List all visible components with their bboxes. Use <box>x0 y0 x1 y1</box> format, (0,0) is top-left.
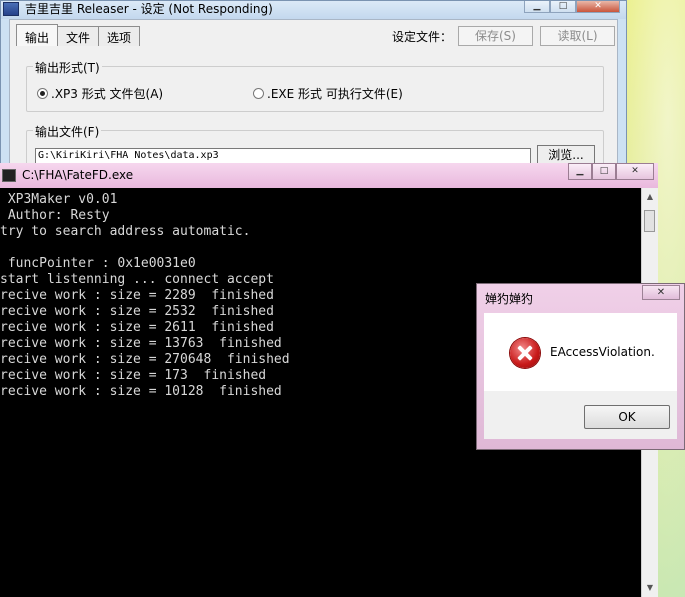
console-line: XP3Maker v0.01 <box>0 192 118 207</box>
console-icon <box>2 169 16 182</box>
tab-output[interactable]: 输出 <box>16 24 59 46</box>
save-button[interactable]: 保存(S) <box>458 26 533 46</box>
console-line: recive work : size = 2611 finished <box>0 320 274 335</box>
console-titlebar[interactable]: C:\FHA\FateFD.exe ▁ □ ✕ <box>0 163 658 188</box>
scroll-up-icon[interactable]: ▲ <box>644 190 656 204</box>
console-line: recive work : size = 10128 finished <box>0 384 282 399</box>
console-maximize-button[interactable]: □ <box>592 163 616 180</box>
console-line: recive work : size = 2532 finished <box>0 304 274 319</box>
output-file-label: 输出文件(F) <box>33 123 102 140</box>
minimize-button[interactable]: ▁ <box>524 1 550 13</box>
console-line: recive work : size = 270648 finished <box>0 352 290 367</box>
maximize-button[interactable]: □ <box>550 1 576 13</box>
output-format-group: 输出形式(T) .XP3 形式 文件包(A) .EXE 形式 可执行文件(E) <box>26 59 604 112</box>
dialog-footer: OK <box>484 391 677 439</box>
console-line: recive work : size = 13763 finished <box>0 336 282 351</box>
dialog-close-button[interactable]: ✕ <box>642 285 680 300</box>
console-line: recive work : size = 2289 finished <box>0 288 274 303</box>
load-button[interactable]: 读取(L) <box>540 26 615 46</box>
tab-files[interactable]: 文件 <box>57 26 100 46</box>
console-line: recive work : size = 173 finished <box>0 368 267 383</box>
radio-xp3-label[interactable]: .XP3 形式 文件包(A) <box>51 85 163 102</box>
output-path-input[interactable]: G:\KiriKiri\FHA Notes\data.xp3 <box>35 148 531 164</box>
releaser-titlebar[interactable]: 吉里吉里 Releaser - 设定 (Not Responding) ▁ □ … <box>1 1 626 19</box>
ok-button[interactable]: OK <box>584 405 670 429</box>
error-message: EAccessViolation. <box>550 345 655 359</box>
output-format-label: 输出形式(T) <box>33 59 102 76</box>
error-dialog: 婵犳婵犳 ✕ EAccessViolation. OK <box>476 283 685 450</box>
console-line: funcPointer : 0x1e0031e0 <box>0 256 196 271</box>
console-minimize-button[interactable]: ▁ <box>568 163 592 180</box>
error-x-icon <box>510 338 540 368</box>
console-line: Author: Resty <box>0 208 110 223</box>
tab-options[interactable]: 选项 <box>98 26 141 46</box>
console-line: try to search address automatic. <box>0 224 251 239</box>
console-lines: XP3Maker v0.01 Author: Resty try to searc… <box>0 192 290 400</box>
scroll-down-icon[interactable]: ▼ <box>644 581 656 595</box>
console-title: C:\FHA\FateFD.exe <box>22 168 134 182</box>
app-icon <box>3 2 19 16</box>
settings-file-label: 设定文件： <box>392 30 453 44</box>
radio-exe-label[interactable]: .EXE 形式 可执行文件(E) <box>267 85 403 102</box>
scroll-thumb[interactable] <box>644 210 655 232</box>
browse-button[interactable]: 浏览... <box>537 145 595 165</box>
dialog-body: EAccessViolation. <box>484 313 677 391</box>
console-line: start listenning ... connect accept <box>0 272 274 287</box>
console-close-button[interactable]: ✕ <box>616 163 654 180</box>
radio-xp3[interactable] <box>37 88 48 99</box>
radio-exe[interactable] <box>253 88 264 99</box>
tab-strip: 输出 文件 选项 <box>16 24 141 48</box>
releaser-title: 吉里吉里 Releaser - 设定 (Not Responding) <box>25 2 273 16</box>
close-button[interactable]: ✕ <box>576 1 620 13</box>
dialog-title: 婵犳婵犳 <box>485 292 534 306</box>
